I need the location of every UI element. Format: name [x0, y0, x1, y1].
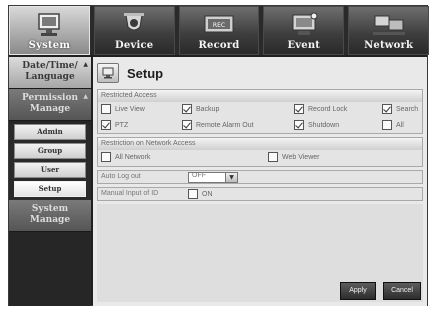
sidebar-item-group[interactable]: Group	[14, 143, 86, 159]
tab-system-label: System	[28, 40, 71, 51]
auto-log-out-row: Auto Log out OFF ▼	[97, 170, 423, 184]
checkbox-label: Backup	[196, 105, 220, 113]
recorder-icon: REC	[204, 15, 234, 33]
checkbox-box[interactable]	[382, 120, 392, 130]
apply-button[interactable]: Apply	[340, 282, 376, 300]
checkbox-search[interactable]: Search	[382, 104, 418, 114]
sidebar: ▲ Date/Time/ Language ▲ Permission Manag…	[9, 57, 91, 306]
window-frame: System Device REC Record Event Network ▲…	[8, 5, 429, 306]
section-title: Restricted Access	[98, 90, 422, 102]
collapse-caret-icon: ▲	[83, 61, 88, 68]
sidebar-group-label: System	[31, 204, 69, 214]
camera-icon	[124, 13, 145, 31]
tab-record[interactable]: REC Record	[178, 6, 260, 55]
top-tab-bar: System Device REC Record Event Network	[9, 6, 429, 55]
manual-input-label: Manual Input of ID	[101, 190, 159, 197]
sidebar-group-label: Manage	[29, 215, 71, 225]
restricted-access-row-1: Live View Backup Record Lock Search	[98, 102, 422, 118]
checkbox-label: All	[396, 121, 404, 129]
sidebar-item-admin[interactable]: Admin	[14, 124, 86, 140]
tab-device[interactable]: Device	[93, 6, 175, 55]
main-panel: Setup Restricted Access Live View Backup…	[93, 57, 427, 306]
checkbox-label: Record Lock	[308, 105, 348, 113]
sidebar-item-user[interactable]: User	[14, 162, 86, 178]
checkbox-all[interactable]: All	[382, 120, 404, 130]
checkbox-label: PTZ	[115, 121, 129, 129]
checkbox-label: Remote Alarm Out	[196, 121, 254, 129]
tab-system[interactable]: System	[9, 6, 90, 55]
sidebar-group-permission-manage[interactable]: ▲ Permission Manage	[9, 89, 91, 121]
sidebar-group-label: Manage	[29, 104, 71, 114]
auto-log-out-value: OFF	[192, 172, 206, 179]
checkbox-record-lock[interactable]: Record Lock	[294, 104, 347, 114]
section-title: Restriction on Network Access	[98, 138, 422, 150]
checkbox-shutdown[interactable]: Shutdown	[294, 120, 339, 130]
checkbox-box[interactable]	[101, 120, 111, 130]
checkbox-remote-alarm-out[interactable]: Remote Alarm Out	[182, 120, 254, 130]
monitor-icon	[38, 13, 61, 36]
checkbox-label: Web Viewer	[282, 153, 320, 161]
tab-device-label: Device	[115, 40, 154, 51]
auto-log-out-label: Auto Log out	[101, 173, 141, 180]
checkbox-box[interactable]	[101, 152, 111, 162]
checkbox-box[interactable]	[382, 104, 392, 114]
sidebar-group-date-time-language[interactable]: ▲ Date/Time/ Language	[9, 57, 91, 89]
checkbox-label: Shutdown	[308, 121, 340, 129]
restricted-access-row-2: PTZ Remote Alarm Out Shutdown All	[98, 118, 422, 134]
checkbox-box[interactable]	[101, 104, 111, 114]
sidebar-group-label: Permission	[21, 93, 79, 103]
checkbox-label: ON	[202, 190, 213, 198]
tab-network-label: Network	[364, 40, 414, 51]
manual-input-row: Manual Input of ID ON	[97, 187, 423, 201]
sidebar-group-system-manage[interactable]: System Manage	[9, 200, 91, 232]
checkbox-label: Search	[396, 105, 419, 113]
checkbox-web-viewer[interactable]: Web Viewer	[268, 152, 319, 162]
tab-event[interactable]: Event	[263, 6, 345, 55]
network-access-row: All Network Web Viewer	[98, 150, 422, 166]
tab-event-label: Event	[287, 40, 321, 51]
checkbox-box[interactable]	[182, 120, 192, 130]
sidebar-group-label: Date/Time/	[22, 61, 78, 71]
sidebar-group-label: Language	[25, 72, 75, 82]
svg-text:REC: REC	[213, 22, 225, 29]
checkbox-ptz[interactable]: PTZ	[101, 120, 128, 130]
restricted-access-section: Restricted Access Live View Backup Recor…	[97, 89, 423, 134]
checkbox-live-view[interactable]: Live View	[101, 104, 145, 114]
collapse-caret-icon: ▲	[83, 93, 88, 100]
tab-record-label: Record	[198, 40, 240, 51]
event-monitor-icon	[292, 12, 318, 35]
checkbox-all-network[interactable]: All Network	[101, 152, 150, 162]
auto-log-out-select[interactable]: OFF ▼	[188, 172, 238, 183]
checkbox-box[interactable]	[294, 104, 304, 114]
chevron-down-icon[interactable]: ▼	[225, 173, 237, 182]
network-access-section: Restriction on Network Access All Networ…	[97, 137, 423, 167]
checkbox-label: All Network	[115, 153, 151, 161]
checkbox-box[interactable]	[268, 152, 278, 162]
checkbox-manual-input-on[interactable]: ON	[188, 189, 213, 199]
checkbox-box[interactable]	[188, 189, 198, 199]
checkbox-box[interactable]	[182, 104, 192, 114]
checkbox-box[interactable]	[294, 120, 304, 130]
page-title: Setup	[127, 65, 164, 81]
network-icon	[372, 15, 405, 35]
permission-submenu: Admin Group User Setup	[9, 124, 91, 200]
setup-icon	[97, 63, 119, 83]
checkbox-backup[interactable]: Backup	[182, 104, 219, 114]
tab-network[interactable]: Network	[348, 6, 429, 55]
sidebar-item-setup[interactable]: Setup	[14, 181, 86, 197]
cancel-button[interactable]: Cancel	[383, 282, 421, 300]
page-header: Setup	[97, 61, 163, 85]
checkbox-label: Live View	[115, 105, 145, 113]
